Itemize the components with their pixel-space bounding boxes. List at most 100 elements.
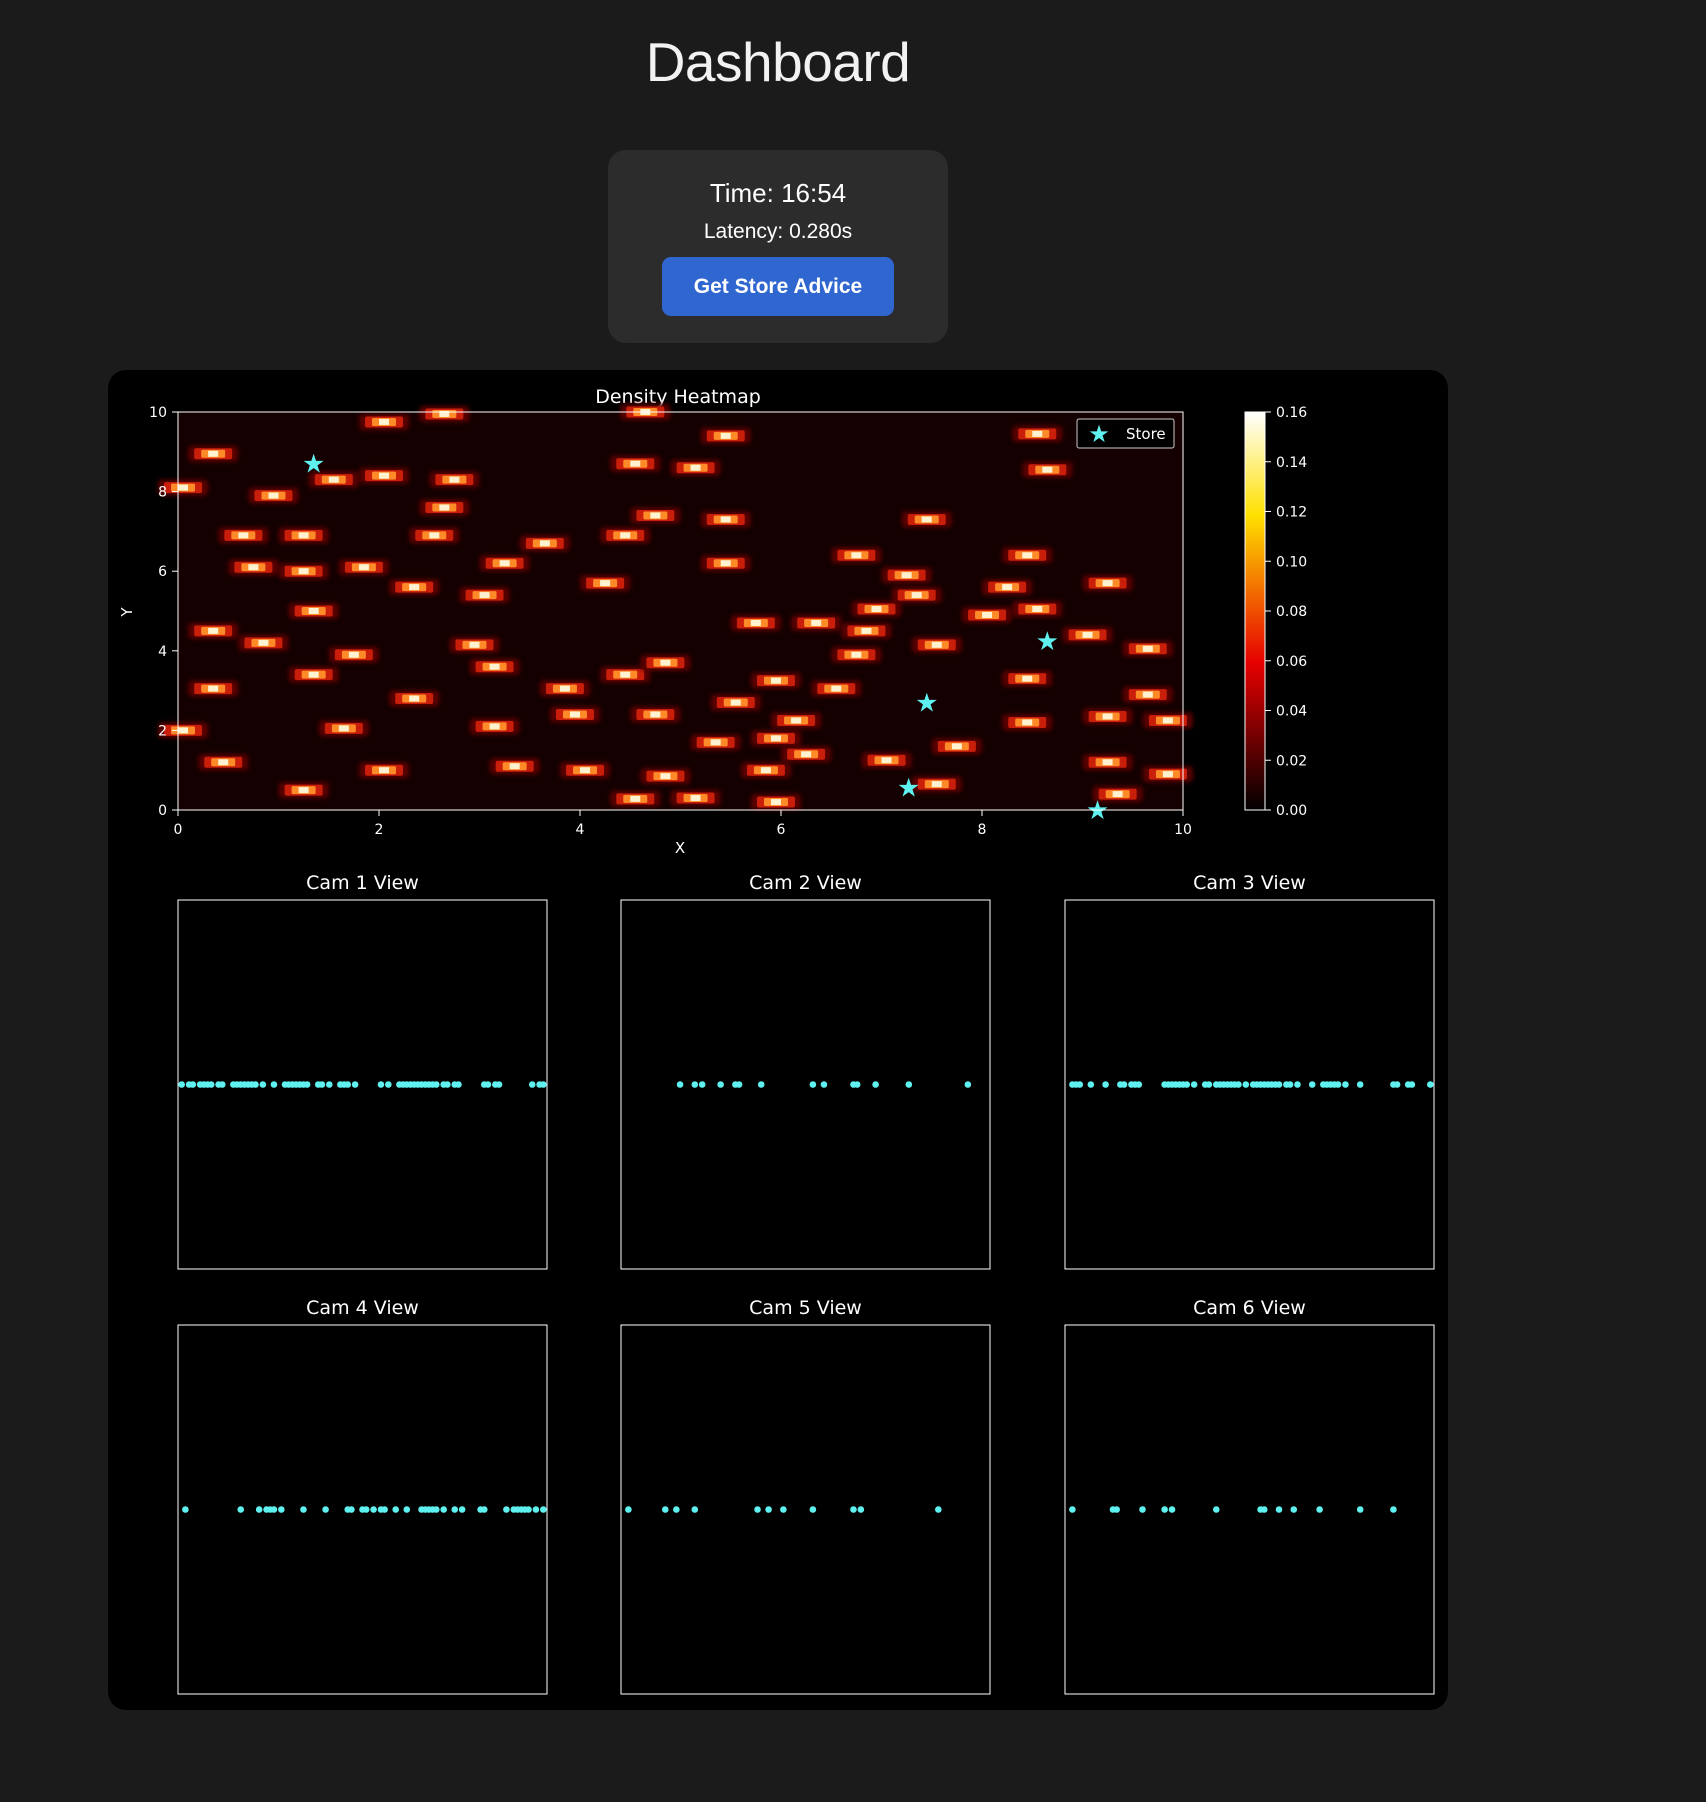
cam-detection-point <box>691 1506 699 1513</box>
y-tick-label: 0 <box>158 803 167 819</box>
cam-detection-point <box>717 1081 724 1088</box>
cam-detection-point <box>735 1081 743 1088</box>
cam-detection-point <box>853 1081 861 1088</box>
cam-detection-point <box>532 1506 540 1513</box>
heatmap-hotspot <box>1012 425 1063 442</box>
colorbar-tick-label: 0.04 <box>1276 704 1307 720</box>
x-tick-label: 8 <box>978 822 987 838</box>
cam-detection-point <box>1183 1081 1191 1088</box>
heatmap-y-ticks: 0 2 4 6 8 10 <box>149 405 178 819</box>
status-card: Time: 16:54 Latency: 0.280s Get Store Ad… <box>608 150 948 343</box>
cam-detection-point <box>540 1081 547 1088</box>
cam-detection-point <box>1334 1081 1342 1088</box>
cam-detection-point <box>385 1081 392 1088</box>
cam-detection-point <box>540 1506 547 1513</box>
store-star-icon: ★ <box>915 689 938 719</box>
cam-detection-point <box>255 1506 263 1513</box>
cam-detection-point <box>1393 1081 1401 1088</box>
y-tick-label: 4 <box>158 644 167 660</box>
heatmap-hotspot <box>700 427 751 444</box>
heatmap-hotspot <box>600 527 651 544</box>
cam-view-2: Cam 2 View <box>620 872 991 1270</box>
cam-detection-point <box>237 1506 245 1513</box>
heatmap-hotspot <box>740 762 791 779</box>
cam-detection-point <box>1408 1081 1416 1088</box>
heatmap-hotspot <box>580 575 631 592</box>
cam-view-frame <box>1064 1324 1435 1695</box>
get-store-advice-button[interactable]: Get Store Advice <box>662 257 894 316</box>
heatmap-hotspot <box>841 622 892 639</box>
heatmap-hotspot <box>831 547 882 564</box>
cam-view-title: Cam 2 View <box>749 872 862 894</box>
cam-view-title: Cam 4 View <box>306 1297 419 1319</box>
cam-detection-point <box>1205 1081 1213 1088</box>
cam-detection-point <box>433 1506 440 1513</box>
cam-detection-point <box>270 1506 278 1513</box>
time-readout: Time: 16:54 <box>709 178 847 208</box>
colorbar-tick-label: 0.02 <box>1276 753 1307 769</box>
heatmap-hotspot <box>1122 686 1173 703</box>
colorbar: 0.00 0.02 0.04 0.06 0.08 0.10 0.12 0.14 0.16 <box>1244 405 1307 819</box>
heatmap-hotspot <box>1082 575 1133 592</box>
cam-detection-point <box>303 1081 311 1088</box>
cam-detection-point <box>370 1506 377 1513</box>
cam-detection-point <box>935 1506 942 1513</box>
heatmap-hotspot <box>288 603 339 619</box>
cam-view-1: Cam 1 View <box>177 872 548 1270</box>
heatmap-hotspot <box>359 413 410 430</box>
heatmap-legend: ★ Store <box>1076 418 1175 449</box>
cam-detection-point <box>270 1081 278 1088</box>
heatmap-title: Density Heatmap <box>595 386 761 408</box>
heatmap-hotspot <box>670 459 721 476</box>
cam-view-6: Cam 6 View <box>1064 1297 1435 1695</box>
heatmap-hotspot <box>238 634 289 651</box>
cam-detection-point <box>857 1506 865 1513</box>
heatmap-hotspot <box>188 445 239 462</box>
cam-detection-point <box>451 1506 459 1513</box>
y-tick-label: 2 <box>158 723 167 739</box>
heatmap-hotspot <box>630 507 681 524</box>
colorbar-ticks: 0.00 0.02 0.04 0.06 0.08 0.10 0.12 0.14 0.16 <box>1265 405 1307 819</box>
cam-detection-point <box>455 1081 462 1088</box>
cam-detection-point <box>809 1506 817 1513</box>
heatmap-hotspot <box>771 712 822 729</box>
cam-detection-point <box>673 1506 680 1513</box>
heatmap-hotspot <box>931 738 982 755</box>
cam-detection-point <box>1135 1081 1143 1088</box>
x-tick-label: 2 <box>375 822 384 838</box>
heatmap-hotspot <box>1142 712 1193 729</box>
cam-detection-point <box>872 1081 879 1088</box>
cam-detection-point <box>503 1506 510 1513</box>
cam-detection-point <box>392 1506 400 1513</box>
cam-detection-point <box>322 1506 329 1513</box>
heatmap-hotspot <box>1122 640 1173 657</box>
cam-view-title: Cam 5 View <box>749 1297 862 1319</box>
colorbar-tick-label: 0.10 <box>1276 554 1307 570</box>
heatmap-hotspot <box>198 754 249 771</box>
heatmap-hotspot <box>750 672 801 689</box>
cam-detection-point <box>765 1506 772 1513</box>
heatmap-hotspot <box>891 587 942 604</box>
cam-detection-point <box>525 1506 532 1513</box>
cam-detection-point <box>691 1081 699 1088</box>
cam-detection-point <box>1120 1081 1128 1088</box>
store-star-icon: ★ <box>897 773 920 803</box>
store-star-icon: ★ <box>1086 796 1109 826</box>
heatmap-hotspot <box>730 614 781 631</box>
heatmap-hotspot <box>419 405 470 422</box>
heatmap-hotspot <box>449 636 500 653</box>
cam-detection-point <box>780 1506 787 1513</box>
heatmap-hotspot <box>519 535 570 552</box>
cam-detection-point <box>480 1506 488 1513</box>
heatmap-hotspot <box>640 768 691 785</box>
colorbar-gradient <box>1244 411 1266 811</box>
cam-detection-point <box>1076 1081 1084 1088</box>
dashboard-figure: Density Heatmap ★★★★★ 0 2 4 6 8 10 0246810 X … <box>118 386 1435 1695</box>
cam-detection-point <box>1235 1081 1242 1088</box>
cam-detection-point <box>444 1081 451 1088</box>
cam-detection-point <box>381 1506 388 1513</box>
heatmap-hotspot <box>710 694 761 711</box>
cam-detection-point <box>1168 1506 1176 1513</box>
y-tick-label: 8 <box>158 485 167 501</box>
cam-detection-point <box>1260 1506 1268 1513</box>
